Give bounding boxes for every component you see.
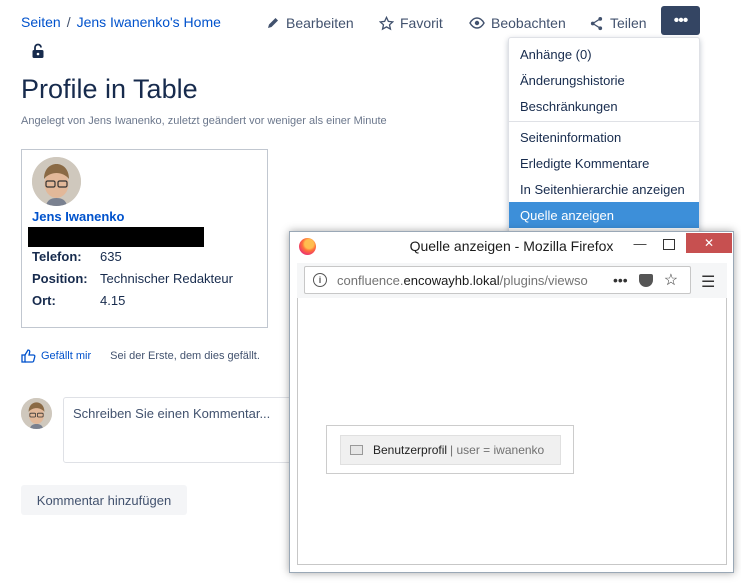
url-path: /plugins/viewso (499, 272, 588, 288)
menu-item-page-hierarchy[interactable]: In Seitenhierarchie anzeigen (509, 176, 699, 202)
page-byline: Angelegt von Jens Iwanenko, zuletzt geän… (21, 115, 387, 127)
pocket-icon[interactable] (638, 273, 653, 287)
user-photo-icon (21, 398, 52, 429)
page-actions-icon[interactable]: ••• (613, 272, 628, 288)
macro-image-icon (350, 445, 363, 455)
field-value: 635 (100, 249, 122, 264)
menu-item-restrictions[interactable]: Beschränkungen (509, 93, 699, 119)
url-text[interactable]: confluence.encowayhb.lokal/plugins/views… (337, 273, 603, 288)
edit-button-label: Bearbeiten (286, 15, 354, 31)
breadcrumb-pages-link[interactable]: Seiten (21, 14, 61, 30)
current-user-avatar (21, 398, 52, 429)
macro-placeholder[interactable]: Benutzerprofil | user = iwanenko (340, 435, 561, 465)
firefox-popup-window: Quelle anzeigen - Mozilla Firefox — ✕ i … (289, 231, 734, 573)
share-button-label: Teilen (610, 15, 647, 31)
maximize-icon[interactable] (663, 239, 675, 250)
unlock-icon[interactable] (31, 43, 45, 59)
browser-content: Benutzerprofil | user = iwanenko (297, 298, 727, 565)
star-icon (379, 15, 394, 30)
hamburger-menu-icon[interactable]: ☰ (701, 272, 715, 292)
pencil-icon (268, 18, 278, 28)
favorite-button[interactable]: Favorit (379, 12, 443, 34)
menu-item-history[interactable]: Änderungshistorie (509, 67, 699, 93)
close-icon[interactable]: ✕ (686, 233, 732, 253)
menu-item-page-info[interactable]: Seiteninformation (509, 124, 699, 150)
url-host: encowayhb.lokal (403, 272, 500, 288)
minimize-icon[interactable]: — (630, 236, 650, 254)
menu-divider (509, 121, 699, 122)
field-value: 4.15 (100, 293, 126, 308)
add-comment-button[interactable]: Kommentar hinzufügen (21, 485, 187, 515)
field-label: Telefon: (32, 249, 82, 264)
url-bar[interactable]: i confluence.encowayhb.lokal/plugins/vie… (304, 266, 691, 294)
url-prefix: confluence. (337, 272, 404, 288)
redacted-block (28, 227, 204, 247)
more-actions-button[interactable]: ••• (661, 6, 700, 35)
menu-item-attachments[interactable]: Anhänge (0) (509, 41, 699, 67)
macro-params: | user = iwanenko (450, 443, 545, 457)
window-titlebar[interactable]: Quelle anzeigen - Mozilla Firefox — ✕ (290, 232, 733, 261)
bookmark-star-icon[interactable]: ☆ (664, 270, 678, 290)
breadcrumb-home-link[interactable]: Jens Iwanenko's Home (77, 14, 221, 30)
edit-button[interactable]: Bearbeiten (266, 12, 354, 34)
page-title: Profile in Table (21, 74, 198, 104)
share-icon (590, 16, 603, 30)
breadcrumb: Seiten / Jens Iwanenko's Home (21, 14, 221, 30)
comment-input[interactable]: Schreiben Sie einen Kommentar... (63, 397, 303, 463)
eye-icon (469, 17, 485, 29)
breadcrumb-separator: / (66, 14, 71, 30)
share-button[interactable]: Teilen (589, 12, 647, 34)
watch-button-label: Beobachten (491, 15, 566, 31)
field-label: Position: (32, 271, 88, 286)
profile-field-location: Ort: 4.15 (32, 293, 125, 308)
menu-item-resolved-comments[interactable]: Erledigte Kommentare (509, 150, 699, 176)
favorite-button-label: Favorit (400, 15, 443, 31)
user-photo-icon (32, 157, 81, 206)
macro-name: Benutzerprofil (373, 443, 448, 457)
macro-container: Benutzerprofil | user = iwanenko (326, 425, 574, 474)
profile-field-position: Position: Technischer Redakteur (32, 271, 233, 286)
browser-toolbar: i confluence.encowayhb.lokal/plugins/vie… (297, 263, 727, 298)
more-actions-menu: Anhänge (0) Änderungshistorie Beschränku… (508, 37, 700, 233)
field-value: Technischer Redakteur (100, 271, 233, 286)
info-icon[interactable]: i (313, 273, 327, 287)
profile-name-link[interactable]: Jens Iwanenko (32, 209, 124, 224)
thumbs-up-icon[interactable] (21, 349, 36, 363)
like-hint: Sei der Erste, dem dies gefällt. (110, 350, 260, 362)
firefox-logo-icon (299, 238, 316, 255)
like-link[interactable]: Gefällt mir (41, 350, 91, 362)
field-label: Ort: (32, 293, 56, 308)
watch-button[interactable]: Beobachten (469, 12, 566, 34)
avatar[interactable] (32, 157, 81, 206)
menu-item-view-source[interactable]: Quelle anzeigen (509, 202, 699, 228)
like-row: Gefällt mir Sei der Erste, dem dies gefä… (21, 349, 260, 363)
profile-field-phone: Telefon: 635 (32, 249, 122, 264)
profile-card: Jens Iwanenko Telefon: 635 Position: Tec… (21, 149, 268, 328)
